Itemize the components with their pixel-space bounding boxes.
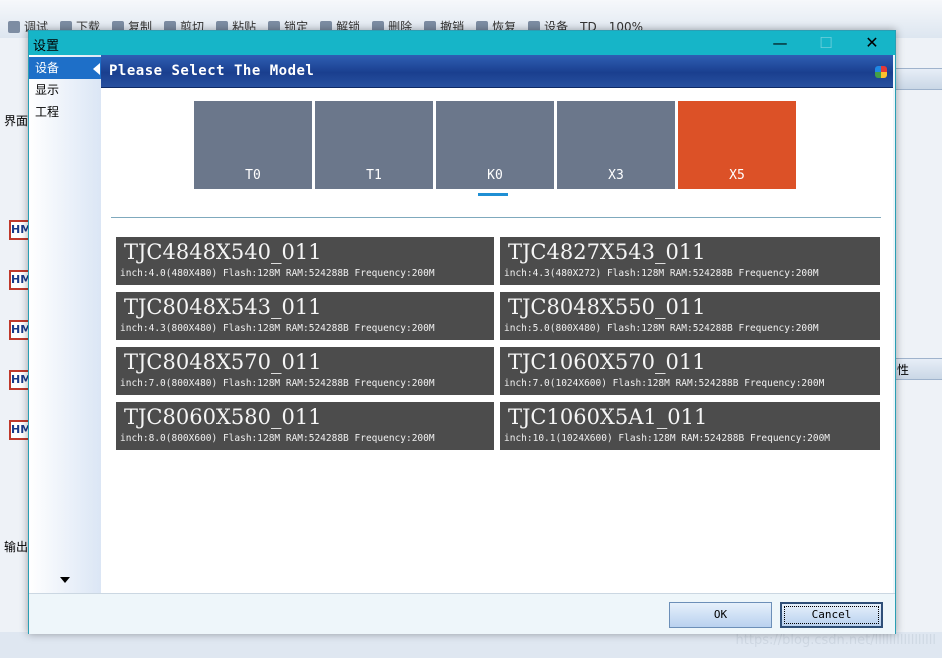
sidebar-item-label: 工程 — [35, 105, 60, 119]
sidebar-item-label: 设备 — [35, 61, 60, 75]
caret-left-icon — [93, 63, 100, 75]
series-tab-label: T1 — [366, 168, 382, 183]
color-cube-icon — [875, 66, 887, 78]
model-spec: inch:7.0(800X480) Flash:128M RAM:524288B… — [120, 378, 435, 389]
model-name: TJC1060X5A1_011 — [508, 405, 708, 429]
close-button[interactable]: ✕ — [849, 31, 895, 55]
minimize-button[interactable]: — — [757, 31, 803, 55]
model-select-title: Please Select The Model — [109, 63, 315, 79]
dialog-title: 设置 — [33, 39, 60, 54]
model-name: TJC8048X550_011 — [508, 295, 706, 319]
model-select-panel: Please Select The Model T0 T1 K0 X3 X5 T… — [101, 55, 893, 593]
sidebar-item-display[interactable]: 显示 — [29, 79, 101, 101]
model-card[interactable]: TJC8048X543_011 inch:4.3(800X480) Flash:1… — [116, 292, 494, 340]
model-spec: inch:4.3(480X272) Flash:128M RAM:524288B… — [504, 268, 819, 279]
model-card[interactable]: TJC1060X570_011 inch:7.0(1024X600) Flash:… — [500, 347, 880, 395]
series-tab-label: X3 — [608, 168, 624, 183]
tab-hover-indicator — [478, 193, 508, 196]
model-card[interactable]: TJC8048X550_011 inch:5.0(800X480) Flash:1… — [500, 292, 880, 340]
model-name: TJC4848X540_011 — [124, 240, 322, 264]
series-tab-label: K0 — [487, 168, 503, 183]
model-name: TJC4827X543_011 — [508, 240, 706, 264]
model-spec: inch:5.0(800X480) Flash:128M RAM:524288B… — [504, 323, 819, 334]
model-select-header: Please Select The Model — [101, 55, 893, 88]
debug-icon — [8, 20, 20, 33]
maximize-button[interactable]: ☐ — [803, 31, 849, 55]
series-tab-t0[interactable]: T0 — [194, 101, 312, 189]
sidebar-item-label: 显示 — [35, 83, 60, 97]
series-tab-label: T0 — [245, 168, 261, 183]
series-tab-x3[interactable]: X3 — [557, 101, 675, 189]
model-list: TJC4848X540_011 inch:4.0(480X480) Flash:1… — [116, 237, 880, 450]
background-right-pane: 性 — [894, 38, 942, 658]
settings-sidebar: 设备 显示 工程 — [29, 55, 102, 593]
series-tab-label: X5 — [729, 168, 745, 183]
right-pane-attribute-label: 性 — [897, 363, 910, 377]
model-card[interactable]: TJC4827X543_011 inch:4.3(480X272) Flash:1… — [500, 237, 880, 285]
model-card[interactable]: TJC4848X540_011 inch:4.0(480X480) Flash:1… — [116, 237, 494, 285]
right-pane-header — [895, 68, 942, 90]
series-tab-t1[interactable]: T1 — [315, 101, 433, 189]
scroll-down-icon[interactable] — [60, 577, 70, 583]
dialog-footer: OK Cancel — [29, 593, 895, 634]
model-spec: inch:4.0(480X480) Flash:128M RAM:524288B… — [120, 268, 435, 279]
model-spec: inch:7.0(1024X600) Flash:128M RAM:524288… — [504, 378, 825, 389]
sidebar-item-project[interactable]: 工程 — [29, 101, 101, 123]
model-name: TJC8048X570_011 — [124, 350, 322, 374]
ok-button[interactable]: OK — [669, 602, 772, 628]
series-tabs: T0 T1 K0 X3 X5 — [194, 101, 796, 189]
right-pane-attribute-header: 性 — [895, 358, 942, 380]
model-card[interactable]: TJC8060X580_011 inch:8.0(800X600) Flash:1… — [116, 402, 494, 450]
model-card[interactable]: TJC8048X570_011 inch:7.0(800X480) Flash:1… — [116, 347, 494, 395]
model-name: TJC1060X570_011 — [508, 350, 706, 374]
dialog-title-bar[interactable]: 设置 — ☐ ✕ — [29, 31, 895, 55]
series-tab-k0[interactable]: K0 — [436, 101, 554, 189]
series-tab-x5[interactable]: X5 — [678, 101, 796, 189]
watermark-text: https://blog.csdn.net/lllllllllllllllll — [735, 633, 936, 648]
background-left-pane: 界面 HM HM HM HM HM 输出 — [0, 38, 33, 658]
sidebar-item-device[interactable]: 设备 — [29, 57, 101, 79]
output-panel-label: 输出 — [4, 540, 29, 554]
model-card[interactable]: TJC1060X5A1_011 inch:10.1(1024X600) Flash… — [500, 402, 880, 450]
settings-dialog: 设置 — ☐ ✕ 设备 显示 工程 Please Select The Mode… — [28, 30, 896, 634]
model-spec: inch:8.0(800X600) Flash:128M RAM:524288B… — [120, 433, 435, 444]
model-spec: inch:4.3(800X480) Flash:128M RAM:524288B… — [120, 323, 435, 334]
cancel-button[interactable]: Cancel — [780, 602, 883, 628]
page-panel-label: 界面 — [4, 114, 29, 128]
model-spec: inch:10.1(1024X600) Flash:128M RAM:52428… — [504, 433, 831, 444]
divider — [111, 217, 881, 218]
model-name: TJC8060X580_011 — [124, 405, 322, 429]
model-name: TJC8048X543_011 — [124, 295, 322, 319]
